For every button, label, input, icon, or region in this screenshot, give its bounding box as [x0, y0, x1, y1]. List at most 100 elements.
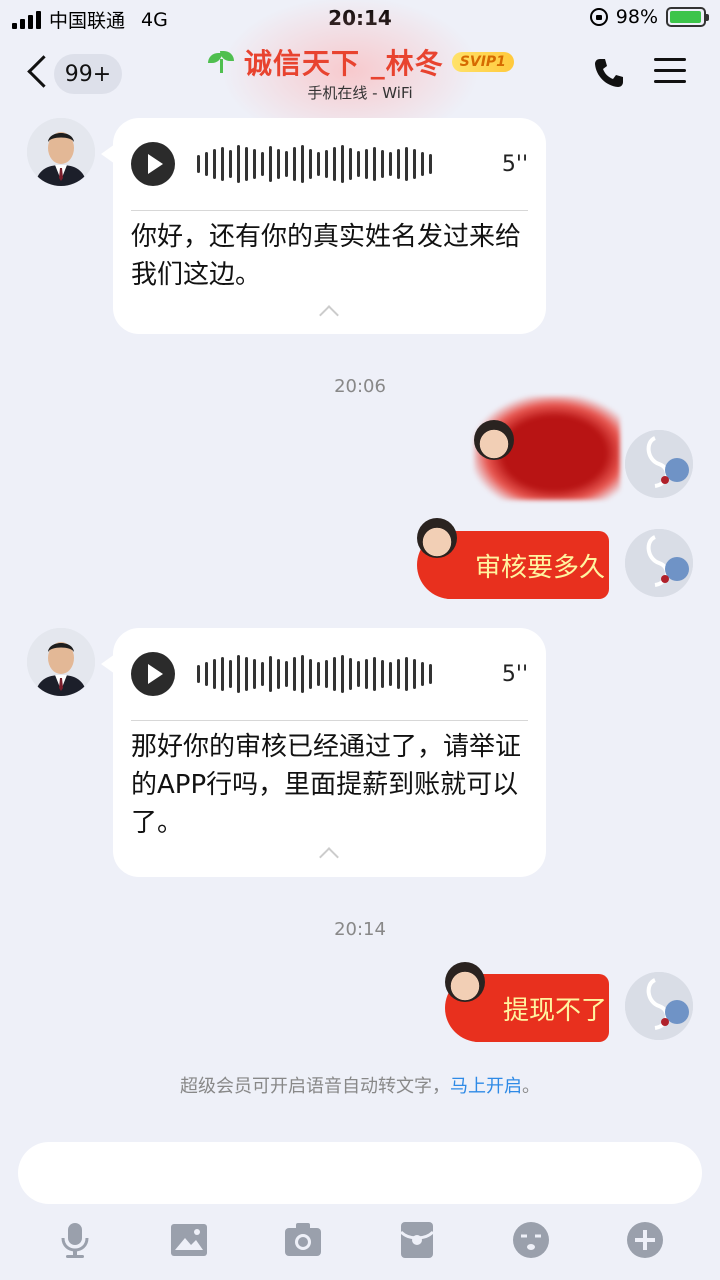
timestamp: 20:06 [334, 376, 386, 397]
phone-icon [595, 59, 623, 87]
message-text: 提现不了 [503, 995, 608, 1026]
waveform-bar [325, 660, 328, 688]
waveform-bar [269, 656, 272, 692]
divider [131, 720, 528, 721]
waveform-bar [405, 147, 408, 181]
waveform-bar [221, 657, 224, 691]
message-text: 审核要多久 [475, 552, 606, 583]
waveform-bar [285, 661, 288, 687]
outgoing-message-bubble[interactable]: 审核要多久 [417, 531, 609, 599]
voice-message-bubble[interactable]: 5'' 你好，还有你的真实姓名发过来给我们这边。 [101, 118, 546, 334]
waveform-bar [421, 152, 424, 176]
play-icon[interactable] [131, 652, 175, 696]
waveform-bar [213, 149, 216, 179]
waveform-bar [229, 150, 232, 178]
waveform-bar [341, 145, 344, 183]
waveform-bar [293, 657, 296, 691]
phone-call-button[interactable] [592, 56, 626, 90]
waveform-bar [365, 149, 368, 179]
sprout-icon [206, 49, 236, 75]
red-packet-icon[interactable] [397, 1220, 437, 1260]
waveform-bar [253, 659, 256, 689]
waveform-bar [205, 152, 208, 176]
contact-avatar[interactable] [27, 628, 95, 696]
waveform-bar [309, 659, 312, 689]
timestamp: 20:14 [334, 919, 386, 940]
sticker-face [474, 420, 514, 460]
battery-percent: 98% [615, 6, 658, 28]
waveform-bar [213, 659, 216, 689]
sticker-face [417, 518, 457, 558]
waveform-bar [269, 146, 272, 182]
waveform-bar [381, 150, 384, 178]
waveform-bar [365, 659, 368, 689]
hint-text: 超级会员可开启语音自动转文字， [180, 1076, 450, 1097]
waveform-bar [197, 155, 200, 173]
battery-icon [666, 7, 709, 27]
svip-hint: 超级会员可开启语音自动转文字，马上开启。 [0, 1072, 720, 1098]
waveform-bar [261, 152, 264, 176]
contact-avatar[interactable] [27, 118, 95, 186]
waveform-bar [229, 660, 232, 688]
emoji-icon[interactable] [511, 1220, 551, 1260]
voice-player: 5'' [131, 652, 528, 696]
collapse-chevron-icon[interactable] [318, 847, 339, 867]
play-icon[interactable] [131, 142, 175, 186]
waveform-bar [301, 145, 304, 183]
waveform-bar [373, 657, 376, 691]
waveform-bar [397, 659, 400, 689]
waveform-bar [389, 662, 392, 686]
waveform-bar [357, 661, 360, 687]
waveform-bar [285, 151, 288, 177]
mic-icon[interactable] [55, 1220, 95, 1260]
waveform-bar [205, 662, 208, 686]
svip-badge: SVIP1 [451, 52, 514, 72]
waveform-bar [373, 147, 376, 181]
collapse-chevron-icon[interactable] [318, 305, 339, 325]
waveform-bar [349, 148, 352, 180]
waveform-bar [413, 659, 416, 689]
waveform-bar [429, 154, 432, 174]
enable-now-link[interactable]: 马上开启 [450, 1076, 522, 1097]
my-avatar[interactable] [625, 529, 693, 597]
voice-message-bubble[interactable]: 5'' 那好你的审核已经通过了，请举证的APP行吗，里面提薪到账就可以了。 [101, 628, 546, 877]
voice-transcript: 你好，还有你的真实姓名发过来给我们这边。 [131, 222, 522, 290]
divider [131, 210, 528, 211]
outgoing-message-bubble[interactable]: 提现不了 [445, 974, 609, 1042]
waveform-bar [389, 152, 392, 176]
waveform-bar [405, 657, 408, 691]
my-avatar[interactable] [625, 972, 693, 1040]
sticker-face [445, 962, 485, 1002]
waveform-bar [253, 149, 256, 179]
contact-name: 诚信天下 _林冬 [244, 47, 444, 80]
waveform-bar [197, 665, 200, 683]
waveform-bar [349, 658, 352, 690]
menu-button[interactable] [654, 58, 686, 86]
waveform-bar [397, 149, 400, 179]
waveform-bar [317, 662, 320, 686]
voice-transcript: 那好你的审核已经通过了，请举证的APP行吗，里面提薪到账就可以了。 [131, 732, 522, 838]
message-input[interactable] [18, 1142, 702, 1204]
waveform-bar [237, 655, 240, 693]
waveform-bar [221, 147, 224, 181]
waveform-bar [333, 657, 336, 691]
waveform-bar [357, 151, 360, 177]
image-icon[interactable] [169, 1220, 209, 1260]
chat-header: 99+ 诚信天下 _林冬 SVIP1 手机在线 - WiFi [0, 0, 720, 146]
waveform-bar [341, 655, 344, 693]
waveform [197, 144, 432, 184]
waveform-bar [429, 664, 432, 684]
waveform-bar [381, 660, 384, 688]
voice-duration: 5'' [501, 151, 528, 177]
waveform-bar [277, 149, 280, 179]
waveform-bar [277, 659, 280, 689]
camera-icon[interactable] [283, 1220, 323, 1260]
plus-icon[interactable] [625, 1220, 665, 1260]
waveform-bar [325, 150, 328, 178]
my-avatar[interactable] [625, 430, 693, 498]
voice-duration: 5'' [501, 661, 528, 687]
waveform-bar [301, 655, 304, 693]
input-bar [0, 1126, 720, 1280]
waveform-bar [245, 657, 248, 691]
waveform-bar [421, 662, 424, 686]
